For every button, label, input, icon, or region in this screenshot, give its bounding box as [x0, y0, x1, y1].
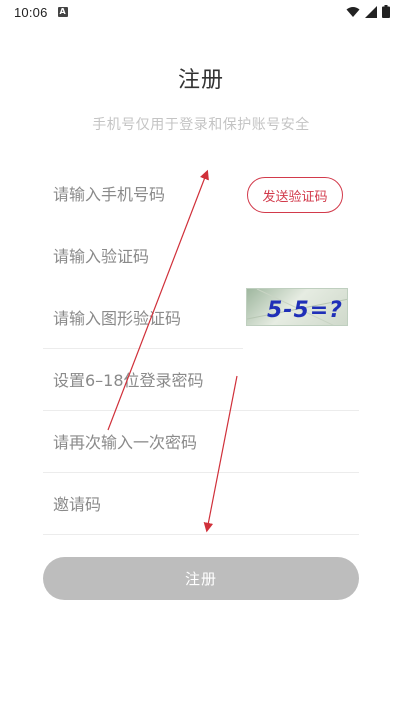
register-button[interactable]: 注册	[43, 557, 359, 600]
captcha-row: 5-5=?	[43, 287, 359, 349]
phone-row: 发送验证码	[43, 163, 359, 225]
sms-code-input[interactable]	[53, 225, 253, 287]
sms-code-row	[43, 225, 359, 287]
status-time: 10:06	[14, 4, 48, 20]
page-title: 注册	[177, 68, 224, 93]
password-input[interactable]	[53, 349, 253, 411]
phone-input[interactable]	[53, 163, 253, 225]
confirm-password-input[interactable]	[53, 411, 253, 473]
battery-icon	[382, 5, 390, 18]
status-bar: 10:06 A	[0, 0, 402, 24]
captcha-image[interactable]: 5-5=?	[246, 288, 348, 326]
invite-code-divider	[43, 534, 359, 535]
wifi-icon	[346, 6, 360, 17]
invite-code-row	[43, 473, 359, 535]
status-icons	[346, 5, 390, 18]
invite-code-input[interactable]	[53, 473, 253, 535]
notification-a-icon: A	[57, 7, 68, 17]
page-subtitle: 手机号仅用于登录和保护账号安全	[92, 117, 310, 133]
captcha-input[interactable]	[53, 287, 253, 349]
signal-icon	[365, 5, 377, 18]
send-code-button[interactable]: 发送验证码	[247, 177, 343, 213]
password-row	[43, 349, 359, 411]
confirm-password-row	[43, 411, 359, 473]
captcha-text: 5-5=?	[267, 298, 343, 323]
